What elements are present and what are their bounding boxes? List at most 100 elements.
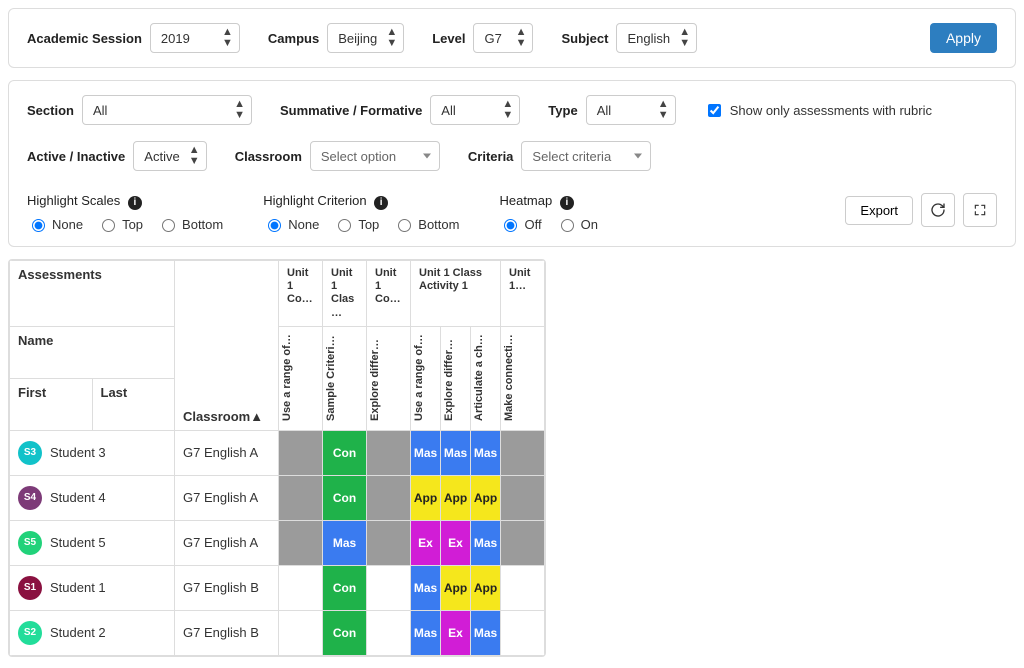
label-academic-session: Academic Session (27, 31, 142, 46)
score-cell[interactable]: App (411, 476, 440, 520)
score-cell[interactable]: Mas (471, 431, 500, 475)
score-cell[interactable] (367, 566, 410, 610)
refresh-button[interactable] (921, 193, 955, 227)
radio-criterion-top[interactable]: Top (333, 216, 379, 232)
th-criterion[interactable]: Sample Criterion (323, 326, 367, 430)
student-name-cell[interactable]: S1Student 1 (10, 566, 174, 610)
top-filter-panel: Academic Session 2019 ▲▼ Campus Beijing … (8, 8, 1016, 68)
score-cell[interactable]: Mas (471, 611, 500, 655)
score-cell[interactable]: Mas (411, 566, 440, 610)
score-cell[interactable] (279, 566, 322, 610)
highlight-scales-label: Highlight Scales (27, 193, 120, 208)
score-cell[interactable]: App (471, 476, 500, 520)
updown-icon: ▲▼ (234, 99, 245, 121)
field-section: Section All ▲▼ (27, 95, 252, 125)
score-cell[interactable] (279, 476, 322, 520)
th-assessment-group[interactable]: Unit 1… (501, 261, 545, 327)
select-subject[interactable]: English ▲▼ (616, 23, 697, 53)
th-criterion[interactable]: Explore different ways to represent… (367, 326, 411, 430)
info-icon[interactable]: i (128, 196, 142, 210)
score-cell[interactable] (279, 431, 322, 475)
radio-scales-none[interactable]: None (27, 216, 83, 232)
updown-icon: ▲▼ (502, 99, 513, 121)
highlight-scales-block: Highlight Scales i None Top Bottom (27, 193, 223, 232)
select-active[interactable]: Active ▲▼ (133, 141, 206, 171)
score-cell[interactable]: Mas (323, 521, 366, 565)
secondary-filter-panel: Section All ▲▼ Summative / Formative All… (8, 80, 1016, 247)
score-cell[interactable]: Ex (441, 521, 470, 565)
student-name-cell[interactable]: S5Student 5 (10, 521, 174, 565)
student-name-cell[interactable]: S2Student 2 (10, 611, 174, 655)
select-level[interactable]: G7 ▲▼ (473, 23, 533, 53)
table-row: S4Student 4G7 English AConAppAppApp (10, 475, 545, 520)
select-campus[interactable]: Beijing ▲▼ (327, 23, 404, 53)
th-criterion[interactable]: Use a range of relevant textual evidence… (279, 326, 323, 430)
score-cell[interactable]: Ex (411, 521, 440, 565)
export-button[interactable]: Export (845, 196, 913, 225)
th-assessment-group[interactable]: Unit 1 Class Activity 1 (411, 261, 501, 327)
th-classroom[interactable]: Classroom▲ (175, 261, 279, 431)
info-icon[interactable]: i (560, 196, 574, 210)
criterion-label: Sample Criterion (325, 333, 338, 421)
th-criterion[interactable]: Use a range of relevant textual evidence… (411, 326, 441, 430)
select-classroom[interactable]: Select option (310, 141, 440, 171)
score-cell[interactable]: Mas (411, 611, 440, 655)
score-cell[interactable]: Mas (411, 431, 440, 475)
radio-scales-top[interactable]: Top (97, 216, 143, 232)
score-cell[interactable]: App (441, 476, 470, 520)
label-level: Level (432, 31, 465, 46)
select-type[interactable]: All ▲▼ (586, 95, 676, 125)
select-criteria[interactable]: Select criteria (521, 141, 651, 171)
score-cell[interactable]: Con (323, 476, 366, 520)
select-academic-session[interactable]: 2019 ▲▼ (150, 23, 240, 53)
score-cell[interactable] (367, 521, 410, 565)
score-cell[interactable] (367, 611, 410, 655)
select-sf-value: All (441, 103, 455, 118)
select-summative-formative[interactable]: All ▲▼ (430, 95, 520, 125)
score-cell[interactable]: App (471, 566, 500, 610)
radio-criterion-bottom[interactable]: Bottom (393, 216, 459, 232)
radio-scales-bottom[interactable]: Bottom (157, 216, 223, 232)
select-section[interactable]: All ▲▼ (82, 95, 252, 125)
score-cell[interactable] (367, 476, 410, 520)
score-cell[interactable] (279, 521, 322, 565)
info-icon[interactable]: i (374, 196, 388, 210)
score-cell[interactable] (279, 611, 322, 655)
score-cell[interactable]: Mas (471, 521, 500, 565)
th-assessment-group[interactable]: Unit 1 Clas… (323, 261, 367, 327)
student-name: Student 4 (50, 490, 106, 505)
score-cell[interactable]: Ex (441, 611, 470, 655)
updown-icon: ▲▼ (679, 27, 690, 49)
apply-button[interactable]: Apply (930, 23, 997, 53)
updown-icon: ▲▼ (386, 27, 397, 49)
score-cell[interactable] (501, 611, 544, 655)
label-section: Section (27, 103, 74, 118)
th-criterion[interactable]: Articulate a change in opinion or… (471, 326, 501, 430)
checkbox-show-rubric[interactable]: Show only assessments with rubric (704, 101, 932, 120)
radio-heatmap-off[interactable]: Off (499, 216, 541, 232)
score-cell[interactable] (367, 431, 410, 475)
th-assessment-group[interactable]: Unit 1 Co… (279, 261, 323, 327)
score-cell[interactable] (501, 476, 544, 520)
radio-heatmap-on[interactable]: On (556, 216, 598, 232)
checkbox-show-rubric-input[interactable] (708, 104, 721, 117)
score-cell[interactable] (501, 431, 544, 475)
student-name-cell[interactable]: S3Student 3 (10, 431, 174, 475)
fullscreen-button[interactable] (963, 193, 997, 227)
field-subject: Subject English ▲▼ (561, 23, 697, 53)
score-cell[interactable] (501, 566, 544, 610)
th-criterion[interactable]: Make connections between books… (501, 326, 545, 430)
avatar: S3 (18, 441, 42, 465)
score-cell[interactable]: App (441, 566, 470, 610)
criterion-label: Articulate a change in opinion or… (473, 333, 486, 421)
score-cell[interactable]: Con (323, 431, 366, 475)
score-cell[interactable] (501, 521, 544, 565)
radio-criterion-none[interactable]: None (263, 216, 319, 232)
score-cell[interactable]: Con (323, 611, 366, 655)
th-criterion[interactable]: Explore different ways to represent… (441, 326, 471, 430)
score-cell[interactable]: Con (323, 566, 366, 610)
score-cell[interactable]: Mas (441, 431, 470, 475)
th-assessment-group[interactable]: Unit 1 Co… (367, 261, 411, 327)
heatmap-label: Heatmap (499, 193, 552, 208)
student-name-cell[interactable]: S4Student 4 (10, 476, 174, 520)
